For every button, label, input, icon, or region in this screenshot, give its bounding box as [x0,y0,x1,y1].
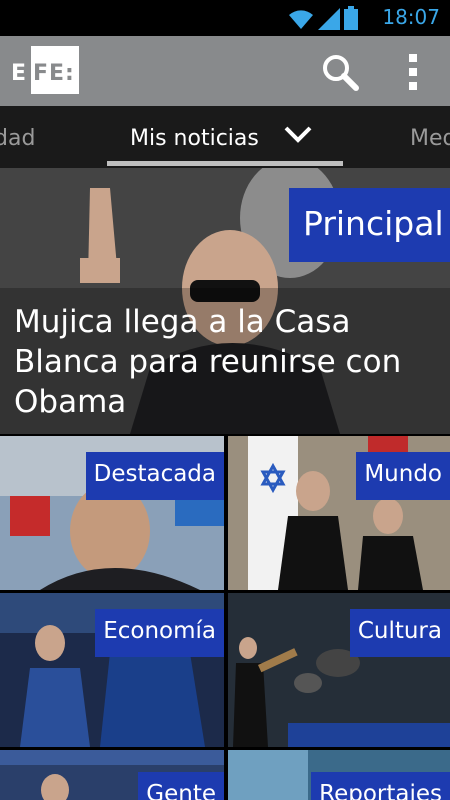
status-time: 18:07 [382,5,440,29]
action-bar: E FE: [0,36,450,106]
svg-text:FE:: FE: [33,61,75,86]
tile-economia[interactable]: Economía [0,593,224,747]
signal-icon [318,8,340,30]
hero-headline[interactable]: Mujica llega a la Casa Blanca para reuni… [14,302,434,422]
tile-reportajes[interactable]: Reportajes [228,750,450,800]
wifi-icon [289,10,313,29]
overflow-menu-icon[interactable] [395,50,431,94]
battery-icon [344,6,358,30]
status-icons [288,6,358,30]
hero-story[interactable]: Principal Mujica llega a la Casa Blanca … [0,168,450,434]
tile-label: Gente [138,772,224,800]
tile-mundo[interactable]: Mundo [228,436,450,590]
search-icon[interactable] [318,50,362,94]
chevron-down-icon[interactable] [283,124,313,144]
efe-logo[interactable]: E FE: [9,46,79,94]
hero-section-badge: Principal [289,188,450,262]
tile-label: Cultura [349,609,450,657]
section-tabs: dad Mis noticias Med [0,106,450,168]
tile-label: Destacada [85,452,224,500]
tile-label: Economía [95,609,224,657]
tile-destacada[interactable]: Destacada [0,436,224,590]
tile-label: Mundo [356,452,450,500]
status-bar: 18:07 [0,0,450,36]
tab-mis-noticias[interactable]: Mis noticias [130,126,259,151]
tile-label: Reportajes [311,772,450,800]
tab-previous[interactable]: dad [0,126,35,151]
tab-indicator [107,161,343,166]
svg-text:E: E [11,61,27,86]
tab-next[interactable]: Med [410,126,450,151]
hero-badge-label: Principal [303,204,444,243]
tile-gente[interactable]: Gente [0,750,224,800]
tile-cultura[interactable]: Cultura [228,593,450,747]
